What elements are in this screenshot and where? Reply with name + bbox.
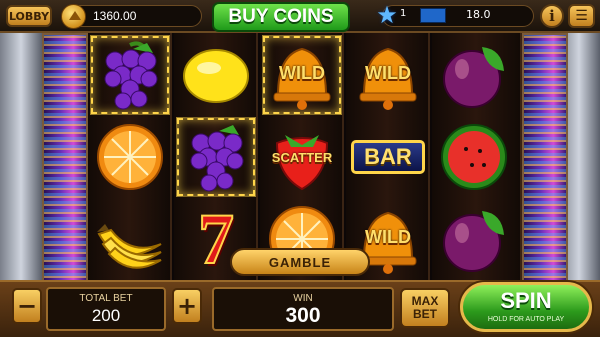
- wild-label: WILD: [365, 63, 411, 83]
- bar-symbol: BAR: [351, 140, 425, 174]
- gamble-button[interactable]: GAMBLE: [230, 248, 370, 276]
- max-bet-label-line2: BET: [413, 307, 437, 321]
- lemon-icon: [183, 49, 249, 103]
- watermelon-icon: [441, 124, 507, 190]
- reel-symbol: [176, 35, 256, 115]
- decrease-bet-button[interactable]: −: [12, 288, 42, 324]
- level-number: 1: [400, 8, 407, 19]
- info-button[interactable]: i: [540, 4, 564, 28]
- spin-sublabel: HOLD FOR AUTO PLAY: [487, 316, 565, 323]
- menu-icon: ☰: [575, 8, 588, 24]
- xp-value: 18.0: [466, 8, 491, 21]
- coin-balance-value: 1360.00: [93, 9, 137, 23]
- bar-label: BAR: [364, 144, 412, 169]
- menu-button[interactable]: ☰: [568, 4, 595, 28]
- total-bet-value: 200: [91, 306, 121, 325]
- win-label: WIN: [293, 293, 313, 304]
- left-glitter-strip: [42, 33, 88, 288]
- plum-icon: [443, 211, 504, 272]
- plum-icon: [443, 47, 504, 108]
- reel-3: WILD SCATTER: [260, 33, 344, 283]
- star-icon: ★: [376, 1, 398, 29]
- xp-bar: [420, 8, 446, 23]
- reel-4: WILD BAR WILD: [346, 33, 430, 283]
- coin-balance: 1360.00: [61, 4, 202, 29]
- reel-symbol: [434, 35, 514, 115]
- orange-icon: [97, 124, 163, 190]
- plus-icon: +: [176, 292, 198, 320]
- reel-5: [432, 33, 522, 283]
- reel-symbol: BAR: [348, 117, 428, 197]
- banana-icon: [97, 224, 162, 269]
- left-pillar: [0, 33, 42, 288]
- info-icon: i: [549, 7, 555, 25]
- max-bet-button[interactable]: MAX BET: [400, 288, 450, 328]
- total-bet-panel: TOTAL BET 200: [46, 287, 166, 331]
- reel-symbol: [176, 117, 256, 197]
- increase-bet-button[interactable]: +: [172, 288, 202, 324]
- reels-area: 7 WILD SCATTER WILD BAR WILD: [88, 33, 522, 283]
- reel-symbol: WILD: [348, 35, 428, 115]
- scatter-label: SCATTER: [271, 150, 333, 165]
- total-bet-label: TOTAL BET: [79, 293, 133, 304]
- minus-icon: −: [16, 292, 38, 320]
- buy-coins-button[interactable]: BUY COINS: [212, 2, 350, 32]
- coin-icon: [61, 4, 86, 29]
- reel-symbol: [434, 117, 514, 197]
- right-glitter-strip: [522, 33, 568, 288]
- lobby-button[interactable]: LOBBY: [6, 5, 52, 27]
- reel-symbol: SCATTER: [262, 117, 342, 197]
- grapes-icon: [104, 41, 158, 110]
- reel-2: 7: [174, 33, 258, 283]
- reel-symbol: [90, 35, 170, 115]
- reel-1: [88, 33, 172, 283]
- reel-symbol: WILD: [262, 35, 342, 115]
- reel-symbol: [90, 199, 170, 279]
- grapes-icon: [190, 125, 244, 192]
- win-panel: WIN 300: [212, 287, 394, 331]
- wild-label: WILD: [279, 63, 325, 83]
- reel-symbol: [434, 199, 514, 279]
- spin-button[interactable]: SPIN HOLD FOR AUTO PLAY: [460, 282, 592, 332]
- reel-symbol: [90, 117, 170, 197]
- seven-symbol: 7: [197, 198, 235, 280]
- wild-label: WILD: [365, 227, 411, 247]
- win-value: 300: [285, 304, 321, 327]
- spin-label: SPIN: [500, 288, 552, 313]
